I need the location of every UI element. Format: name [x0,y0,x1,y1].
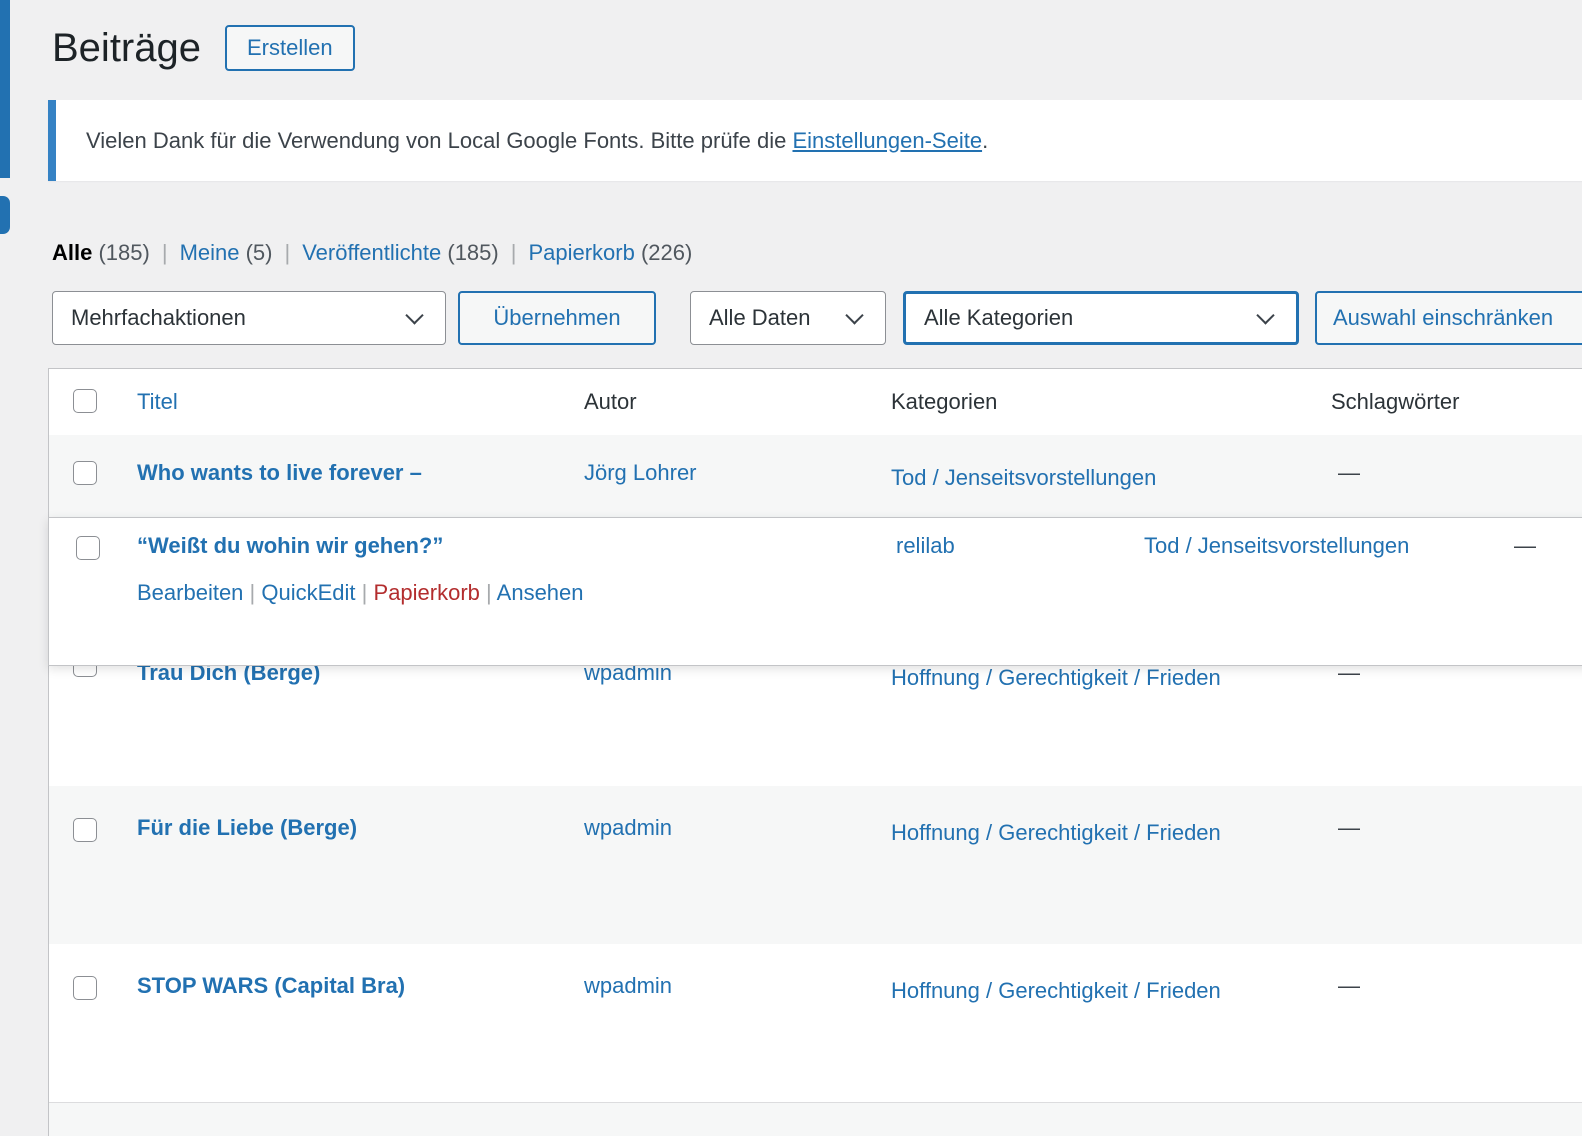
post-author-link[interactable]: relilab [896,531,955,561]
chevron-down-icon [405,306,423,324]
date-filter-select[interactable]: Alle Daten [690,291,886,345]
notice-suffix: . [982,128,988,153]
post-categories-link[interactable]: Tod / Jenseitsvorstellungen [891,459,1241,497]
view-mine-link[interactable]: Meine [180,240,240,265]
column-header-title[interactable]: Titel [137,369,178,435]
post-tags-value: — [1338,814,1360,842]
chevron-down-icon [1256,306,1274,324]
create-post-button[interactable]: Erstellen [225,25,355,71]
post-categories-link[interactable]: Hoffnung / Gerechtigkeit / Frieden [891,814,1241,852]
view-published-count: (185) [447,240,498,265]
chevron-down-icon [845,306,863,324]
dragged-post-row[interactable]: “Weißt du wohin wir gehen?” Bearbeiten |… [48,517,1582,666]
row-checkbox[interactable] [73,976,97,1000]
category-filter-value: Alle Kategorien [924,305,1073,330]
notice-message: Vielen Dank für die Verwendung von Local… [86,128,792,153]
column-header-categories: Kategorien [891,369,997,435]
settings-page-link[interactable]: Einstellungen-Seite [792,128,982,153]
view-separator: | [511,240,517,266]
post-tags-value: — [1514,531,1536,561]
post-author-link[interactable]: wpadmin [584,814,672,842]
view-mine: Meine (5) [180,240,273,266]
row-checkbox[interactable] [73,461,97,485]
view-all: Alle (185) [52,240,150,266]
trash-action-link[interactable]: Papierkorb [374,580,480,605]
row-checkbox[interactable] [73,818,97,842]
notice-banner: Vielen Dank für die Verwendung von Local… [48,100,1582,181]
quick-edit-action-link[interactable]: QuickEdit [261,580,355,605]
column-header-tags: Schlagwörter [1331,369,1459,435]
admin-menu-edge-tab [0,196,10,234]
column-header-author: Autor [584,369,637,435]
select-all-checkbox[interactable] [73,389,97,413]
table-footer-strip [49,1102,1582,1136]
posts-table: Titel Autor Kategorien Schlagwörter Who … [48,368,1582,1136]
date-filter-value: Alle Daten [709,305,811,330]
table-header-row: Titel Autor Kategorien Schlagwörter [49,369,1582,436]
view-separator: | [285,240,291,266]
admin-menu-edge-top [0,0,10,178]
post-categories-link[interactable]: Tod / Jenseitsvorstellungen [1144,531,1409,561]
view-all-count: (185) [98,240,149,265]
post-categories-link[interactable]: Hoffnung / Gerechtigkeit / Frieden [891,972,1241,1010]
views-filter-bar: Alle (185) | Meine (5) | Veröffentlichte… [52,240,692,266]
action-separator: | [362,580,368,605]
view-all-link[interactable]: Alle [52,240,92,265]
notice-text: Vielen Dank für die Verwendung von Local… [86,128,988,154]
view-action-link[interactable]: Ansehen [497,580,584,605]
post-title-link[interactable]: STOP WARS (Capital Bra) [137,972,405,1000]
action-separator: | [250,580,256,605]
row-actions: Bearbeiten | QuickEdit | Papierkorb | An… [137,578,584,608]
view-separator: | [162,240,168,266]
view-trash-link[interactable]: Papierkorb [528,240,634,265]
row-checkbox[interactable] [76,536,100,560]
page-header: Beiträge Erstellen [52,22,355,74]
category-filter-select[interactable]: Alle Kategorien [903,291,1299,345]
filter-button[interactable]: Auswahl einschränken [1315,291,1582,345]
post-tags-value: — [1338,459,1360,487]
post-title-link[interactable]: “Weißt du wohin wir gehen?” [137,531,443,561]
list-toolbar: Mehrfachaktionen Übernehmen Alle Daten A… [0,291,1582,345]
post-tags-value: — [1338,972,1360,1000]
edit-action-link[interactable]: Bearbeiten [137,580,243,605]
action-separator: | [486,580,492,605]
apply-button[interactable]: Übernehmen [458,291,656,345]
view-trash-count: (226) [641,240,692,265]
bulk-actions-value: Mehrfachaktionen [71,305,246,330]
post-title-link[interactable]: Für die Liebe (Berge) [137,814,357,842]
post-title-link[interactable]: Who wants to live forever – [137,459,422,487]
posts-admin-page: Beiträge Erstellen Vielen Dank für die V… [0,0,1582,1136]
post-author-link[interactable]: wpadmin [584,972,672,1000]
table-row: Für die Liebe (Berge) wpadmin Hoffnung /… [49,786,1582,944]
bulk-actions-select[interactable]: Mehrfachaktionen [52,291,446,345]
table-row: Who wants to live forever – Jörg Lohrer … [49,435,1582,518]
view-published-link[interactable]: Veröffentlichte [302,240,441,265]
post-author-link[interactable]: Jörg Lohrer [584,459,697,487]
table-row: STOP WARS (Capital Bra) wpadmin Hoffnung… [49,944,1582,1102]
page-title: Beiträge [52,22,201,74]
view-mine-count: (5) [246,240,273,265]
view-published: Veröffentlichte (185) [302,240,499,266]
view-trash: Papierkorb (226) [528,240,692,266]
